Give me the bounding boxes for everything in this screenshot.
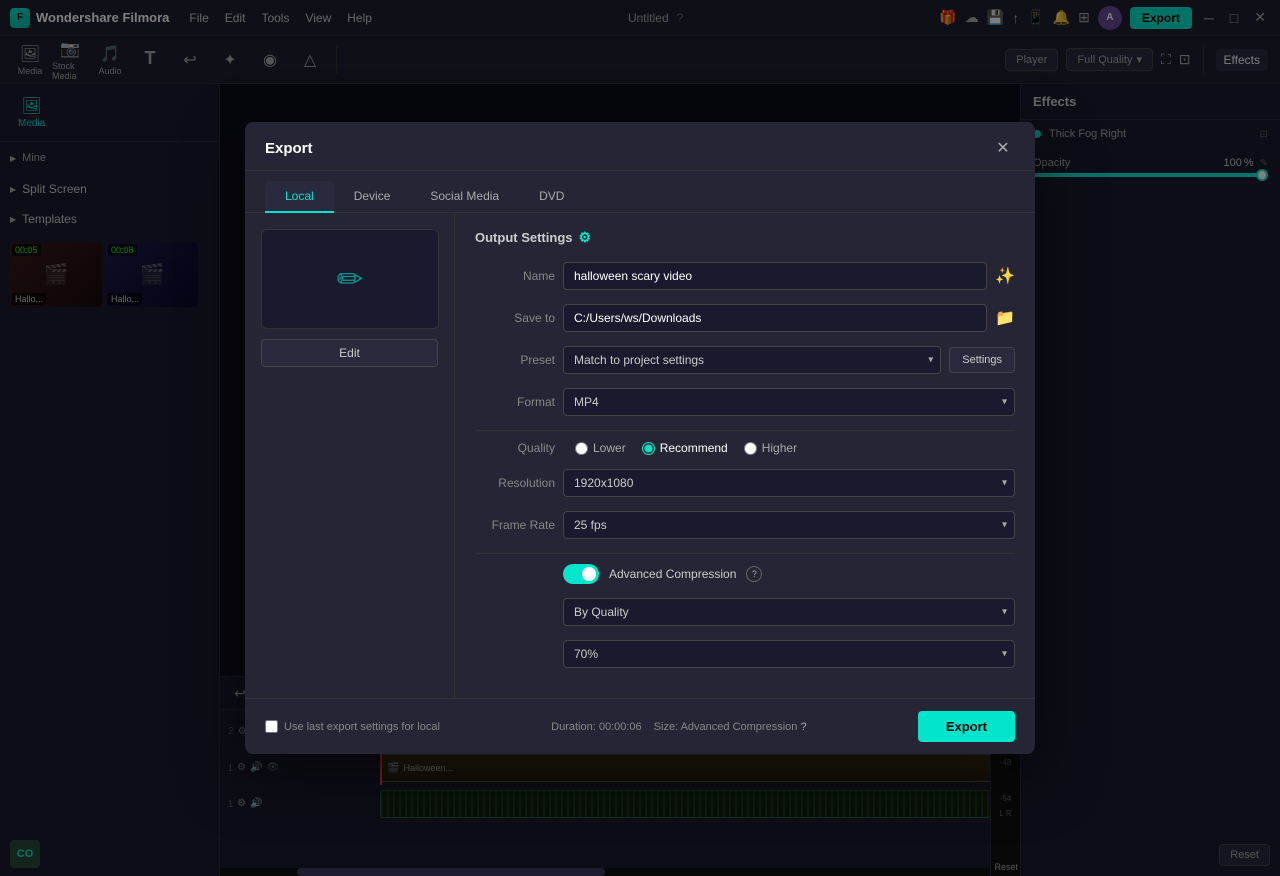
save-to-input[interactable] (563, 304, 987, 332)
quality-lower-radio[interactable] (575, 442, 588, 455)
preset-row: Preset Match to project settings Setting… (475, 346, 1015, 374)
size-help-icon[interactable]: ? (800, 721, 806, 733)
frame-rate-select[interactable]: 25 fps 30 fps 60 fps (563, 511, 1015, 539)
quality-recommend-radio[interactable] (642, 442, 655, 455)
dialog-body: ✏ Edit Output Settings ⚙ Name ✨ Sav (245, 213, 1035, 698)
output-settings-header: Output Settings ⚙ (475, 229, 1015, 246)
resolution-row: Resolution 1920x1080 1280x720 720x480 (475, 469, 1015, 497)
percent-select-wrapper: 70% 80% 90% 100% (563, 640, 1015, 668)
output-settings-label: Output Settings (475, 230, 573, 245)
preview-side: ✏ Edit (245, 213, 455, 698)
format-select-wrapper: MP4 MOV AVI (563, 388, 1015, 416)
tab-device[interactable]: Device (334, 181, 411, 213)
quality-label: Quality (475, 441, 555, 455)
edit-button[interactable]: Edit (261, 339, 438, 367)
tab-local[interactable]: Local (265, 181, 334, 213)
quality-higher-option[interactable]: Higher (744, 441, 797, 455)
format-label: Format (475, 395, 555, 409)
quality-lower-option[interactable]: Lower (575, 441, 626, 455)
preset-select[interactable]: Match to project settings (563, 346, 941, 374)
name-row: Name ✨ (475, 262, 1015, 290)
settings-side: Output Settings ⚙ Name ✨ Save to 📁 (455, 213, 1035, 698)
tab-social-media[interactable]: Social Media (410, 181, 519, 213)
percent-select[interactable]: 70% 80% 90% 100% (563, 640, 1015, 668)
quality-row: Quality Lower Recommend Higher (475, 441, 1015, 455)
advanced-compression-help-icon[interactable]: ? (746, 566, 762, 582)
name-input[interactable] (563, 262, 987, 290)
ai-rename-button[interactable]: ✨ (995, 266, 1015, 286)
resolution-select[interactable]: 1920x1080 1280x720 720x480 (563, 469, 1015, 497)
duration-label: Duration: 00:00:06 (551, 721, 642, 733)
preset-label: Preset (475, 353, 555, 367)
settings-button[interactable]: Settings (949, 347, 1015, 373)
duration-value: 00:00:06 (599, 721, 642, 733)
quality-radio-group: Lower Recommend Higher (575, 441, 797, 455)
save-to-row: Save to 📁 (475, 304, 1015, 332)
by-quality-row: By Quality By Size By Bitrate (475, 598, 1015, 626)
by-quality-select[interactable]: By Quality By Size By Bitrate (563, 598, 1015, 626)
frame-rate-select-wrapper: 25 fps 30 fps 60 fps (563, 511, 1015, 539)
duration-key: Duration: (551, 721, 596, 733)
quality-lower-label: Lower (593, 441, 626, 455)
modal-backdrop: Export ✕ Local Device Social Media DVD ✏… (0, 0, 1280, 876)
dialog-close-button[interactable]: ✕ (991, 136, 1015, 160)
frame-rate-label: Frame Rate (475, 518, 555, 532)
footer-left: Use last export settings for local (265, 720, 440, 733)
format-row: Format MP4 MOV AVI (475, 388, 1015, 416)
quality-recommend-label: Recommend (660, 441, 728, 455)
name-label: Name (475, 269, 555, 283)
last-export-label: Use last export settings for local (284, 721, 440, 733)
resolution-label: Resolution (475, 476, 555, 490)
output-settings-help-icon[interactable]: ⚙ (579, 229, 592, 246)
format-select[interactable]: MP4 MOV AVI (563, 388, 1015, 416)
filmora-thumb-icon: ✏ (337, 260, 364, 298)
advanced-compression-toggle[interactable] (563, 564, 599, 584)
size-label: Size: Advanced Compression ? (654, 721, 807, 733)
frame-rate-row: Frame Rate 25 fps 30 fps 60 fps (475, 511, 1015, 539)
dialog-header: Export ✕ (245, 122, 1035, 171)
dialog-tabs: Local Device Social Media DVD (245, 171, 1035, 213)
browse-folder-button[interactable]: 📁 (995, 308, 1015, 328)
footer-export-button[interactable]: Export (918, 711, 1015, 742)
dialog-footer: Use last export settings for local Durat… (245, 698, 1035, 754)
preview-thumbnail: ✏ (261, 229, 439, 329)
tab-dvd[interactable]: DVD (519, 181, 584, 213)
divider-1 (475, 430, 1015, 431)
advanced-compression-row: Advanced Compression ? (563, 564, 1015, 584)
advanced-compression-label: Advanced Compression (609, 567, 736, 581)
by-quality-select-wrapper: By Quality By Size By Bitrate (563, 598, 1015, 626)
size-key: Size: (654, 721, 678, 733)
quality-recommend-option[interactable]: Recommend (642, 441, 728, 455)
footer-info: Duration: 00:00:06 Size: Advanced Compre… (551, 721, 806, 733)
export-dialog: Export ✕ Local Device Social Media DVD ✏… (245, 122, 1035, 754)
resolution-select-wrapper: 1920x1080 1280x720 720x480 (563, 469, 1015, 497)
preset-select-wrapper: Match to project settings (563, 346, 941, 374)
quality-higher-radio[interactable] (744, 442, 757, 455)
last-export-checkbox[interactable] (265, 720, 278, 733)
save-to-label: Save to (475, 311, 555, 325)
size-value: Advanced Compression (681, 721, 798, 733)
last-export-checkbox-label[interactable]: Use last export settings for local (265, 720, 440, 733)
quality-higher-label: Higher (762, 441, 797, 455)
percent-row: 70% 80% 90% 100% (475, 640, 1015, 668)
dialog-title: Export (265, 140, 313, 157)
divider-2 (475, 553, 1015, 554)
